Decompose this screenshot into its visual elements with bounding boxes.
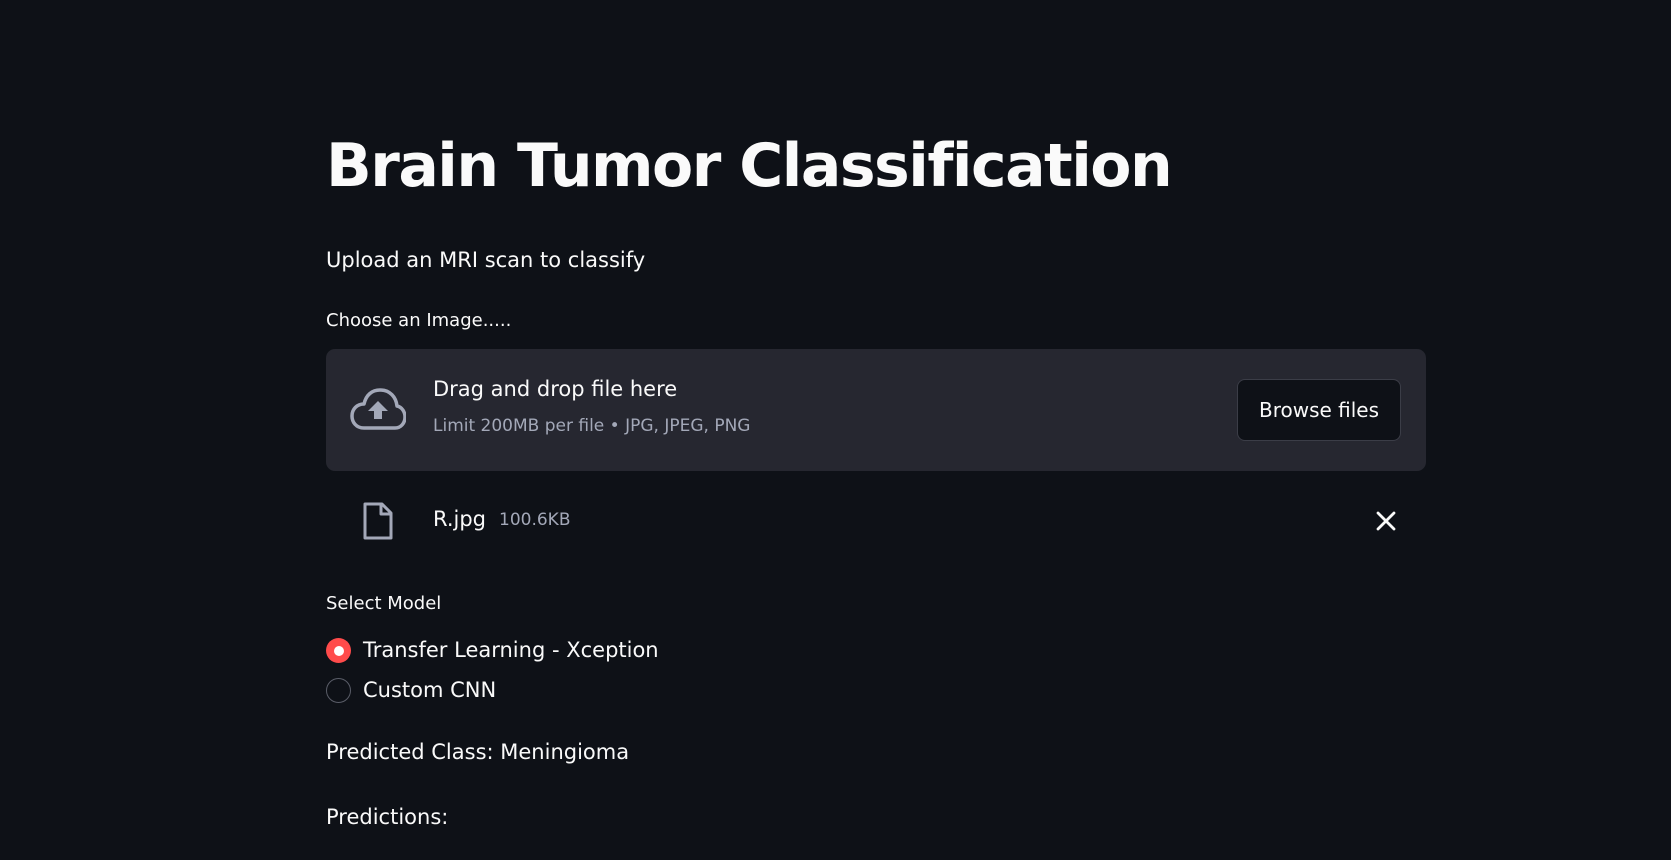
radio-button-unselected[interactable]	[326, 678, 351, 703]
cloud-upload-icon	[350, 388, 406, 430]
predictions-header: Predictions:	[326, 805, 449, 829]
radio-button-selected[interactable]	[326, 638, 351, 663]
page-subtitle: Upload an MRI scan to classify	[326, 248, 646, 272]
radio-option-label[interactable]: Transfer Learning - Xception	[363, 636, 659, 664]
close-icon[interactable]	[1372, 507, 1400, 535]
radio-option-label[interactable]: Custom CNN	[363, 676, 496, 704]
uploaded-file-size: 100.6KB	[499, 510, 571, 530]
file-uploader-label: Choose an Image.....	[326, 310, 512, 331]
uploaded-file-item: R.jpg 100.6KB	[326, 497, 1426, 545]
model-select-label: Select Model	[326, 593, 442, 614]
predicted-class-text: Predicted Class: Meningioma	[326, 740, 630, 764]
uploaded-file-name: R.jpg	[433, 507, 487, 531]
dropzone-limit-text: Limit 200MB per file • JPG, JPEG, PNG	[433, 416, 751, 436]
file-icon	[363, 502, 393, 540]
file-dropzone[interactable]: Drag and drop file here Limit 200MB per …	[326, 349, 1426, 471]
dropzone-instructions: Drag and drop file here Limit 200MB per …	[433, 375, 750, 437]
browse-files-button[interactable]: Browse files	[1237, 379, 1401, 441]
dropzone-title: Drag and drop file here	[433, 377, 678, 401]
page-title: Brain Tumor Classification	[326, 131, 1173, 201]
